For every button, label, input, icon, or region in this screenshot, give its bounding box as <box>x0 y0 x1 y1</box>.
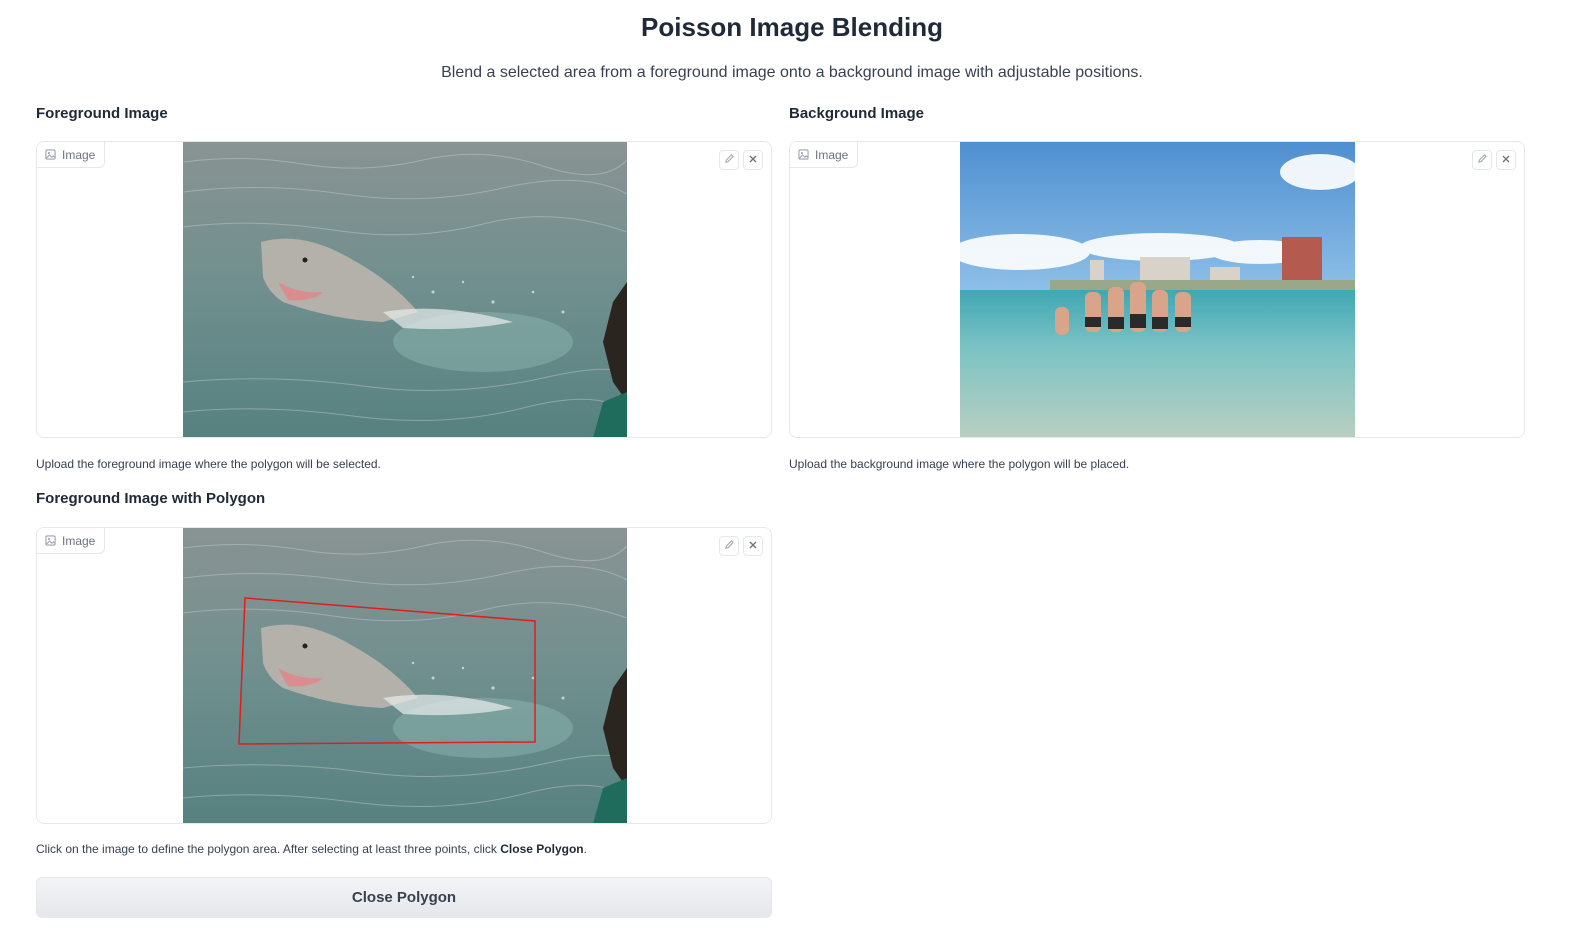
close-polygon-button[interactable]: Close Polygon <box>36 877 772 918</box>
pencil-icon <box>1477 151 1488 169</box>
edit-button[interactable] <box>719 536 739 556</box>
image-icon <box>45 149 56 160</box>
edit-button[interactable] <box>1472 150 1492 170</box>
foreground-hint: Upload the foreground image where the po… <box>36 457 381 471</box>
polygon-hint: Click on the image to define the polygon… <box>36 842 587 856</box>
close-icon <box>748 151 758 169</box>
image-badge: Image <box>37 528 106 554</box>
clear-button[interactable] <box>1496 150 1516 170</box>
polygon-view-label: Foreground Image with Polygon <box>36 490 266 507</box>
clear-button[interactable] <box>743 536 763 556</box>
image-badge-label: Image <box>815 147 849 162</box>
image-badge: Image <box>37 142 106 168</box>
foreground-label: Foreground Image <box>36 105 168 122</box>
close-icon <box>748 537 758 555</box>
polygon-image-panel[interactable]: Image <box>36 527 772 824</box>
page-subtitle: Blend a selected area from a foreground … <box>441 64 1143 81</box>
polygon-photo[interactable] <box>183 528 627 823</box>
image-badge: Image <box>790 142 859 168</box>
background-hint: Upload the background image where the po… <box>789 457 1130 471</box>
image-badge-label: Image <box>62 533 96 548</box>
clear-button[interactable] <box>743 150 763 170</box>
background-label: Background Image <box>789 105 925 122</box>
image-icon <box>798 149 809 160</box>
image-badge-label: Image <box>62 147 96 162</box>
edit-button[interactable] <box>719 150 739 170</box>
background-image-panel[interactable]: Image <box>789 141 1525 438</box>
pencil-icon <box>724 151 735 169</box>
foreground-photo <box>183 142 627 437</box>
pencil-icon <box>724 537 735 555</box>
background-photo <box>960 142 1355 437</box>
page-title: Poisson Image Blending <box>641 12 943 42</box>
close-icon <box>1501 151 1511 169</box>
image-icon <box>45 535 56 546</box>
foreground-image-panel[interactable]: Image <box>36 141 772 438</box>
